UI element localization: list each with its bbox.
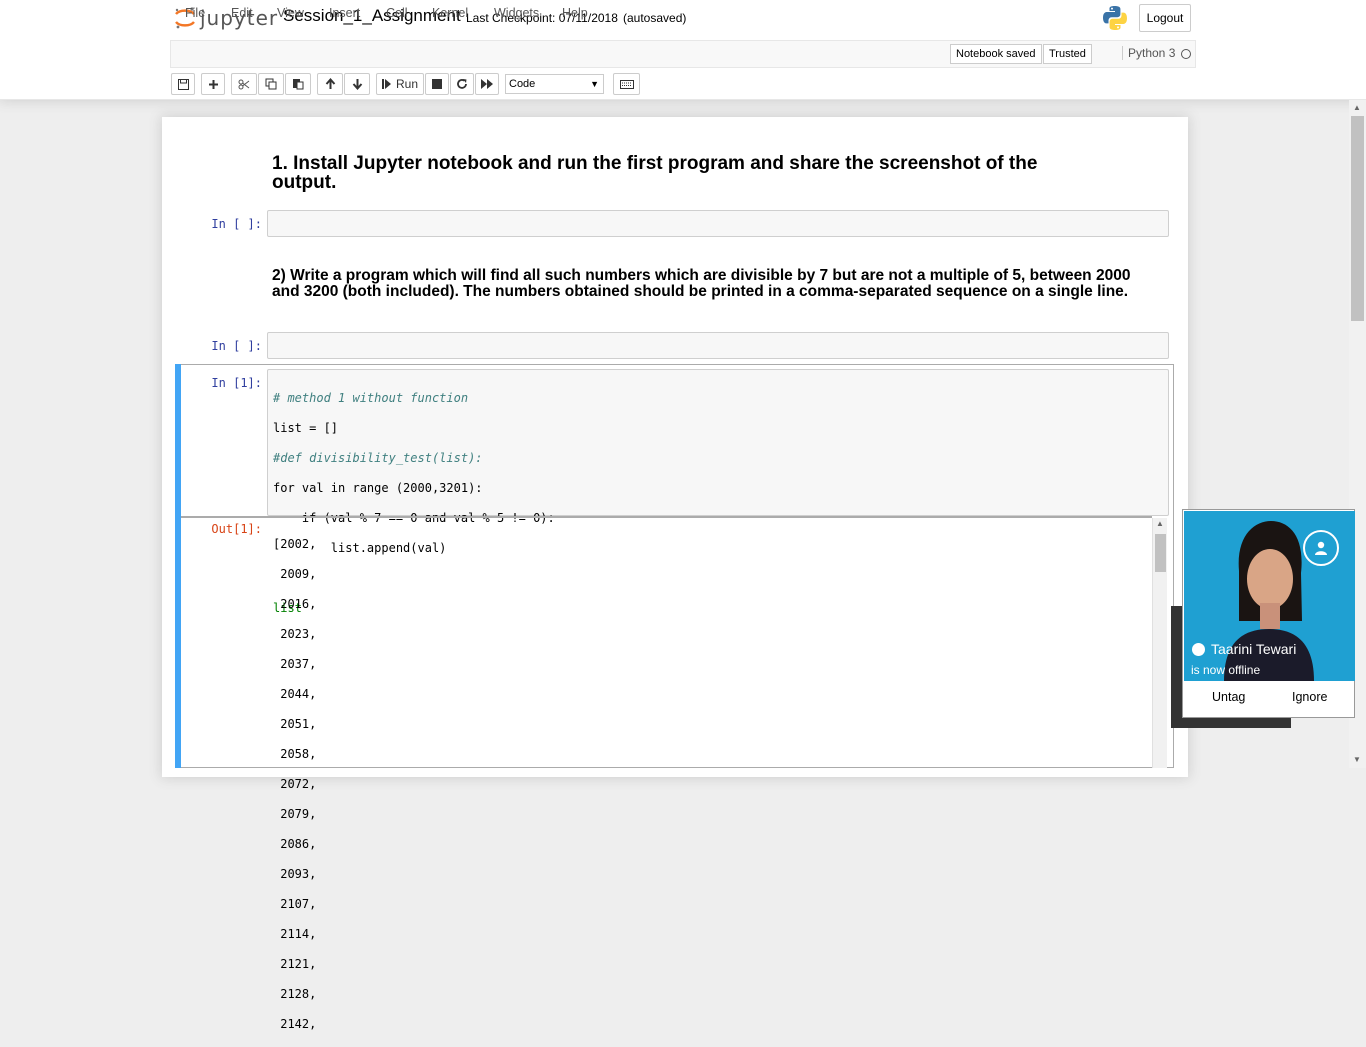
move-down-button[interactable]: [344, 73, 370, 95]
logout-button[interactable]: Logout: [1139, 4, 1191, 32]
output-line: 2044,: [273, 687, 317, 701]
output-line: 2086,: [273, 837, 317, 851]
copy-icon: [265, 78, 277, 90]
cell-type-select[interactable]: Code ▼: [505, 74, 604, 94]
menu-widgets[interactable]: Widgets: [494, 6, 539, 20]
output-line: 2107,: [273, 897, 317, 911]
notebook-saved-indicator: Notebook saved: [950, 44, 1042, 64]
chevron-down-icon: ▼: [590, 79, 599, 89]
plus-icon: [208, 79, 218, 89]
command-palette-button[interactable]: [613, 73, 640, 95]
fast-forward-icon: [481, 79, 493, 89]
output-line: 2142,: [273, 1017, 317, 1031]
copy-button[interactable]: [258, 73, 284, 95]
output-line: 2016,: [273, 597, 317, 611]
menu-insert[interactable]: Insert: [329, 6, 360, 20]
output-line: 2023,: [273, 627, 317, 641]
save-button[interactable]: [171, 73, 195, 95]
cut-button[interactable]: [231, 73, 257, 95]
paste-icon: [293, 79, 304, 90]
output-scrollbar-thumb[interactable]: [1155, 534, 1166, 572]
insert-cell-button[interactable]: [201, 73, 225, 95]
output-line: 2009,: [273, 567, 317, 581]
menu-file[interactable]: File: [185, 6, 205, 20]
output-line: 2051,: [273, 717, 317, 731]
menu-view[interactable]: View: [277, 6, 304, 20]
page-scrollbar-thumb[interactable]: [1351, 116, 1364, 321]
contact-photo: Taarini Tewari is now offline: [1184, 511, 1355, 681]
paste-button[interactable]: [285, 73, 311, 95]
output-line: 2079,: [273, 807, 317, 821]
output-scrollbar[interactable]: ▲: [1152, 518, 1167, 768]
autosave-status: (autosaved): [623, 11, 687, 25]
arrow-up-icon: [325, 78, 335, 89]
user-icon: [1315, 541, 1327, 555]
menu-help[interactable]: Help: [562, 6, 588, 20]
untag-button[interactable]: Untag: [1212, 690, 1245, 704]
menu-edit[interactable]: Edit: [231, 6, 253, 20]
kernel-name[interactable]: Python 3: [1122, 46, 1175, 60]
contact-name: Taarini Tewari: [1211, 641, 1297, 657]
code-line: #def divisibility_test(list):: [273, 451, 483, 465]
stop-icon: [432, 79, 442, 89]
output-line: 2072,: [273, 777, 317, 791]
code-cell-1-input[interactable]: [267, 210, 1169, 237]
save-icon: [177, 78, 189, 90]
menu-kernel[interactable]: Kernel: [432, 6, 468, 20]
keyboard-icon: [619, 79, 634, 89]
code-line: for val in range (2000,3201):: [273, 481, 483, 495]
selected-cell-indicator: [175, 364, 181, 768]
output-line: 2093,: [273, 867, 317, 881]
output-line: 2128,: [273, 987, 317, 1001]
output-line: 2037,: [273, 657, 317, 671]
scroll-down-icon[interactable]: ▼: [1353, 755, 1361, 764]
contact-avatar-button[interactable]: [1303, 530, 1339, 566]
output-line: [2002,: [273, 537, 317, 551]
code-cell-2-input[interactable]: [267, 332, 1169, 359]
output-area: [2002, 2009, 2016, 2023, 2037, 2044, 205…: [273, 522, 316, 1047]
python-logo-icon: [1103, 6, 1127, 30]
run-button[interactable]: Run: [376, 73, 424, 95]
output-line: 2114,: [273, 927, 317, 941]
restart-button[interactable]: [450, 73, 474, 95]
contact-name-row: Taarini Tewari: [1192, 641, 1296, 657]
contact-notification[interactable]: Taarini Tewari is now offline Untag Igno…: [1182, 509, 1355, 718]
kernel-idle-icon: [1181, 49, 1191, 59]
output-line: 2058,: [273, 747, 317, 761]
ignore-button[interactable]: Ignore: [1292, 690, 1327, 704]
cut-icon: [238, 79, 250, 89]
in-prompt-1: In [ ]:: [211, 217, 262, 231]
scroll-up-icon[interactable]: ▲: [1353, 103, 1361, 112]
output-line: 2121,: [273, 957, 317, 971]
notebook-header: jupyter Session_1_Assignment Last Checkp…: [0, 0, 1366, 100]
markdown-cell-2[interactable]: 2) Write a program which will find all s…: [272, 268, 1152, 300]
restart-run-all-button[interactable]: [475, 73, 499, 95]
out-prompt-1: Out[1]:: [211, 522, 262, 536]
interrupt-button[interactable]: [425, 73, 449, 95]
output-divider: [181, 516, 1152, 518]
restart-icon: [457, 79, 467, 89]
code-line: list = []: [273, 421, 339, 435]
arrow-down-icon: [352, 79, 362, 90]
cell-type-value: Code: [509, 78, 536, 90]
output-scroll-up-icon[interactable]: ▲: [1156, 519, 1164, 528]
in-prompt-3: In [1]:: [211, 376, 262, 390]
in-prompt-2: In [ ]:: [211, 339, 262, 353]
contact-status: is now offline: [1191, 663, 1261, 677]
markdown-cell-1[interactable]: 1. Install Jupyter notebook and run the …: [272, 154, 1092, 192]
move-up-button[interactable]: [317, 73, 343, 95]
menu-cell[interactable]: Cell: [386, 6, 408, 20]
run-icon: [381, 79, 391, 89]
trusted-indicator[interactable]: Trusted: [1043, 44, 1092, 64]
checkpoint-status: Last Checkpoint: 07/11/2018: [466, 11, 618, 25]
run-label: Run: [395, 77, 418, 91]
code-line: # method 1 without function: [273, 391, 469, 405]
offline-status-icon: [1192, 642, 1205, 656]
